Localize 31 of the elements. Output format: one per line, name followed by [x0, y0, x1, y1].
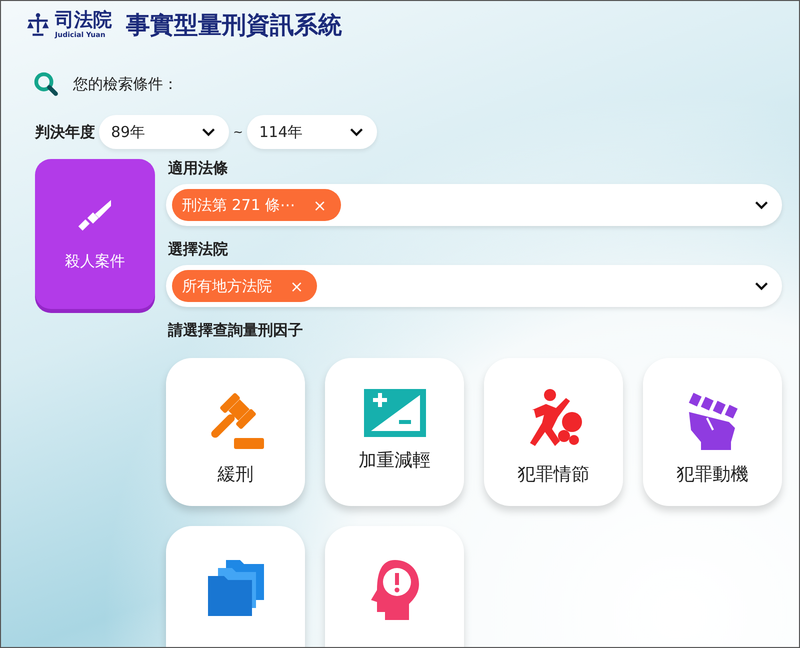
factor-card[interactable]: 犯罪動機 — [643, 358, 782, 506]
factors-heading: 請選擇查詢量刑因子 — [168, 321, 304, 340]
app-title: 事實型量刑資訊系統 — [126, 10, 342, 41]
chevron-down-icon — [755, 200, 768, 210]
case-type-label: 殺人案件 — [65, 252, 125, 270]
factor-label: 犯罪情節 — [518, 463, 590, 486]
factor-card[interactable] — [166, 526, 305, 647]
chevron-down-icon — [202, 128, 215, 136]
range-separator: ~ — [233, 125, 244, 139]
year-to-select[interactable]: 114年 — [247, 115, 378, 149]
filter-label: 適用法條 — [168, 159, 229, 178]
factor-label: 緩刑 — [218, 463, 254, 486]
tag-text: 刑法第 271 條⋯ — [182, 196, 296, 214]
chevron-down-icon — [350, 128, 364, 136]
filter-label: 選擇法院 — [168, 240, 229, 259]
search-icon — [33, 71, 59, 97]
factor-card[interactable]: 犯罪情節 — [484, 358, 623, 506]
factor-card[interactable]: 緩刑 — [166, 358, 305, 506]
scales-logo-icon — [25, 12, 51, 38]
tag-text: 所有地方法院 — [182, 276, 272, 296]
case-type-card[interactable]: 殺人案件 — [35, 159, 155, 309]
factor-card[interactable] — [325, 526, 464, 647]
year-from-select[interactable]: 89年 — [99, 115, 229, 149]
plus-minus-icon — [362, 388, 426, 438]
factor-label: 加重減輕 — [358, 449, 430, 472]
factor-label: 犯罪動機 — [676, 463, 748, 486]
chevron-down-icon — [755, 282, 768, 290]
year-label: 判決年度 — [35, 122, 95, 142]
search-criteria-heading: 您的檢索條件： — [73, 74, 178, 94]
org-name: 司法院 — [55, 11, 112, 30]
factor-card[interactable]: 加重減輕 — [325, 358, 464, 506]
